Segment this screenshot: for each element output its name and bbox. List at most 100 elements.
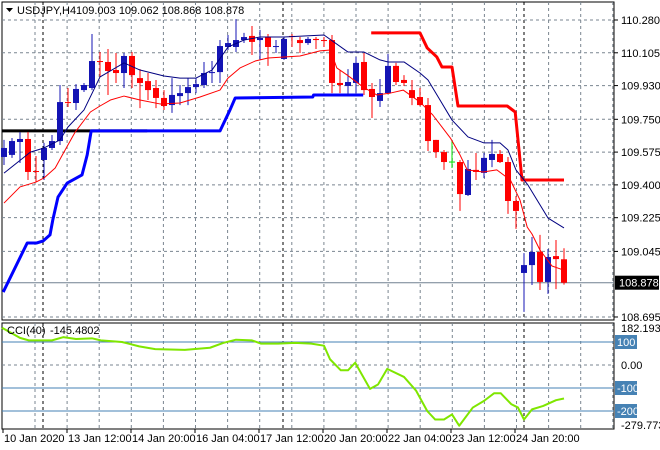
current-price-label: 108.878	[619, 278, 659, 290]
candle-body	[33, 171, 39, 173]
price-label: 109.225	[621, 213, 660, 225]
candle-body	[185, 87, 191, 94]
cci-level-label: 100	[617, 337, 635, 349]
candle	[545, 248, 551, 294]
candle-body	[345, 82, 351, 86]
cci-min-label: -279.7735	[621, 420, 660, 432]
price-label: 110.280	[621, 15, 660, 27]
time-label: 23 Jan 12:00	[452, 433, 516, 445]
candle	[505, 156, 511, 214]
time-label: 20 Jan 20:00	[324, 433, 388, 445]
candle	[385, 53, 391, 94]
candle-body	[265, 37, 271, 47]
candle-body	[81, 85, 87, 91]
candle-body	[297, 40, 303, 44]
candle	[329, 34, 335, 94]
candle	[73, 84, 79, 110]
candle	[513, 195, 519, 229]
time-label: 17 Jan 12:00	[260, 433, 324, 445]
candle-body	[89, 61, 95, 89]
time-label: 22 Jan 04:00	[388, 433, 452, 445]
candle-body	[9, 141, 15, 155]
candle-body	[521, 265, 527, 273]
price-label: 109.930	[621, 81, 660, 93]
candle	[313, 37, 319, 50]
trailing-stop-red-line	[371, 31, 564, 182]
candle-body	[321, 40, 327, 42]
candle-body	[209, 72, 215, 74]
cci-level-label: -100	[617, 383, 639, 395]
candle	[249, 25, 255, 56]
candle	[161, 90, 167, 110]
candle	[529, 236, 535, 285]
indicator-overlays	[1, 31, 564, 293]
candle	[353, 56, 359, 94]
candle-body	[537, 251, 543, 282]
candle-body	[57, 102, 63, 142]
candle	[241, 32, 247, 44]
time-label: 10 Jan 2020	[4, 433, 65, 445]
candle-body	[489, 153, 495, 160]
candle-body	[137, 78, 143, 83]
candle-body	[17, 138, 23, 142]
candle-body	[401, 79, 407, 83]
candle	[289, 34, 295, 47]
candle-body	[153, 88, 159, 98]
cci-title: CCI(40)	[7, 325, 46, 337]
candle-body	[145, 81, 151, 91]
chart-header: USDJPY,H4 109.003 109.062 108.868 108.87…	[6, 5, 244, 17]
candle	[433, 139, 439, 158]
candle-body	[513, 201, 519, 211]
candle	[97, 52, 103, 77]
candle	[137, 69, 143, 109]
price-label: 109.045	[621, 246, 660, 258]
candle-body	[273, 46, 279, 48]
candle-body	[433, 139, 439, 153]
cci-value: -145.4802	[50, 325, 100, 337]
candle-body	[313, 38, 319, 41]
candle	[121, 52, 127, 89]
candle-body	[457, 162, 463, 195]
candle	[321, 37, 327, 47]
candle	[369, 82, 375, 118]
ohlc-values: 109.003 109.062 108.868 108.878	[76, 5, 244, 17]
candle-body	[385, 65, 391, 94]
candle	[345, 69, 351, 95]
candle-body	[481, 157, 487, 173]
candle-body	[441, 152, 447, 163]
price-label: 109.750	[621, 114, 660, 126]
candle	[33, 156, 39, 183]
candle	[305, 37, 311, 45]
candle-body	[505, 162, 511, 202]
candle	[409, 79, 415, 106]
candle	[81, 82, 87, 92]
candle	[457, 159, 463, 211]
candle-body	[105, 61, 111, 71]
candle-body	[553, 256, 559, 260]
candle	[265, 34, 271, 66]
chart-window[interactable]: CCI(40) -145.4802 110.280 110.105 109.930 10…	[0, 0, 660, 450]
triangle-down-icon[interactable]	[6, 8, 13, 12]
candle	[441, 150, 447, 170]
cci-level-label: -200	[617, 406, 639, 418]
candle	[257, 29, 263, 60]
candle-body	[393, 65, 399, 83]
time-label: 13 Jan 12:00	[68, 433, 132, 445]
candle-body	[41, 147, 47, 160]
candle-body	[65, 102, 71, 104]
candle	[297, 37, 303, 53]
symbol-timeframe: USDJPY,H4	[17, 5, 76, 17]
candle	[481, 153, 487, 178]
candle-body	[177, 93, 183, 97]
price-label: 110.105	[621, 48, 660, 60]
cci-zero-label: 0.00	[621, 360, 642, 372]
candle	[537, 234, 543, 291]
candle	[473, 153, 479, 181]
candle	[193, 78, 199, 94]
candle-body	[97, 61, 103, 63]
candle	[561, 248, 567, 285]
candle	[337, 70, 343, 94]
candle	[401, 75, 407, 86]
cci-panel: CCI(40) -145.4802	[1, 325, 614, 427]
candle-body	[529, 251, 535, 266]
